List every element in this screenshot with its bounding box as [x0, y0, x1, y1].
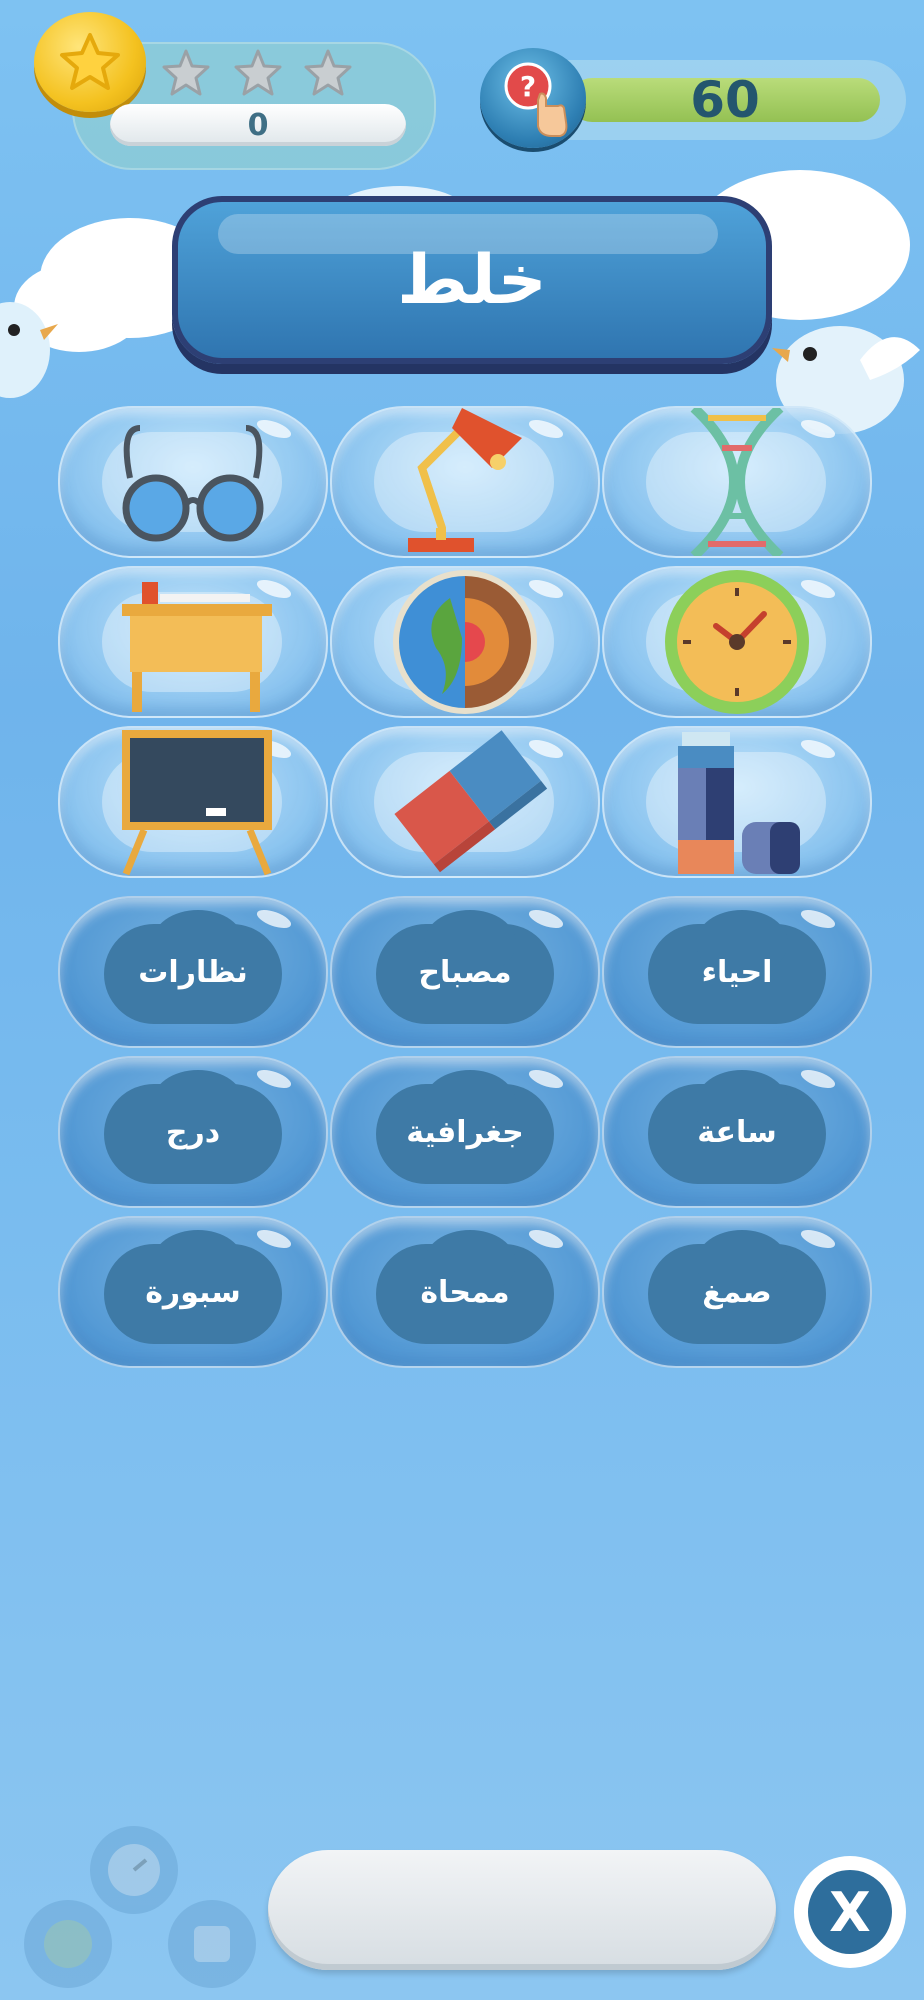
hint-button[interactable]: ?: [480, 48, 586, 148]
powerup-cards-icon[interactable]: [168, 1900, 256, 1988]
picture-card[interactable]: [602, 726, 872, 878]
word-label: جغرافية: [406, 1114, 524, 1150]
picture-card[interactable]: [330, 406, 600, 558]
word-card[interactable]: ممحاة: [330, 1216, 600, 1368]
star-coin-icon: [34, 12, 146, 112]
glue-stick-icon: [678, 732, 800, 874]
word-label: صمغ: [702, 1274, 772, 1310]
clock-icon: [665, 570, 809, 714]
picture-card[interactable]: [602, 406, 872, 558]
word-card[interactable]: احياء: [602, 896, 872, 1048]
powerup-earth-icon[interactable]: [24, 1900, 112, 1988]
shuffle-button[interactable]: خلط: [172, 196, 772, 364]
word-label: مصباح: [418, 954, 512, 990]
picture-card[interactable]: [58, 726, 328, 878]
close-icon: X: [808, 1870, 892, 1954]
hint-question-hand-icon: ?: [504, 62, 568, 137]
blackboard-icon: [122, 730, 272, 876]
eraser-icon: [394, 730, 548, 873]
answer-field[interactable]: [268, 1850, 776, 1970]
svg-text:?: ?: [520, 70, 536, 103]
glasses-icon: [122, 425, 264, 542]
shuffle-label: خلط: [397, 240, 547, 320]
picture-card[interactable]: [602, 566, 872, 718]
word-card[interactable]: جغرافية: [330, 1056, 600, 1208]
picture-card[interactable]: [330, 726, 600, 878]
star-slot-icon: [160, 48, 212, 104]
picture-card[interactable]: [330, 566, 600, 718]
word-card[interactable]: ساعة: [602, 1056, 872, 1208]
word-label: احياء: [701, 954, 773, 990]
word-label: ساعة: [697, 1114, 777, 1150]
star-slot-icon: [302, 48, 354, 104]
word-card[interactable]: درج: [58, 1056, 328, 1208]
timer-value: 60: [570, 71, 880, 129]
desk-lamp-icon: [408, 408, 522, 552]
star-slot-icon: [232, 48, 284, 104]
word-card[interactable]: مصباح: [330, 896, 600, 1048]
picture-card[interactable]: [58, 566, 328, 718]
picture-card[interactable]: [58, 406, 328, 558]
school-desk-icon: [122, 582, 272, 712]
earth-layers-icon: [393, 570, 537, 714]
score-value: 0: [110, 104, 406, 146]
word-card[interactable]: سبورة: [58, 1216, 328, 1368]
word-label: درج: [165, 1114, 221, 1150]
word-card[interactable]: صمغ: [602, 1216, 872, 1368]
bird-icon: [0, 300, 60, 414]
word-card[interactable]: نظارات: [58, 896, 328, 1048]
word-label: سبورة: [145, 1274, 241, 1310]
word-label: ممحاة: [420, 1274, 510, 1310]
word-label: نظارات: [138, 954, 248, 990]
dna-icon: [690, 408, 784, 556]
close-label: X: [829, 1880, 871, 1944]
close-button[interactable]: X: [794, 1856, 906, 1968]
